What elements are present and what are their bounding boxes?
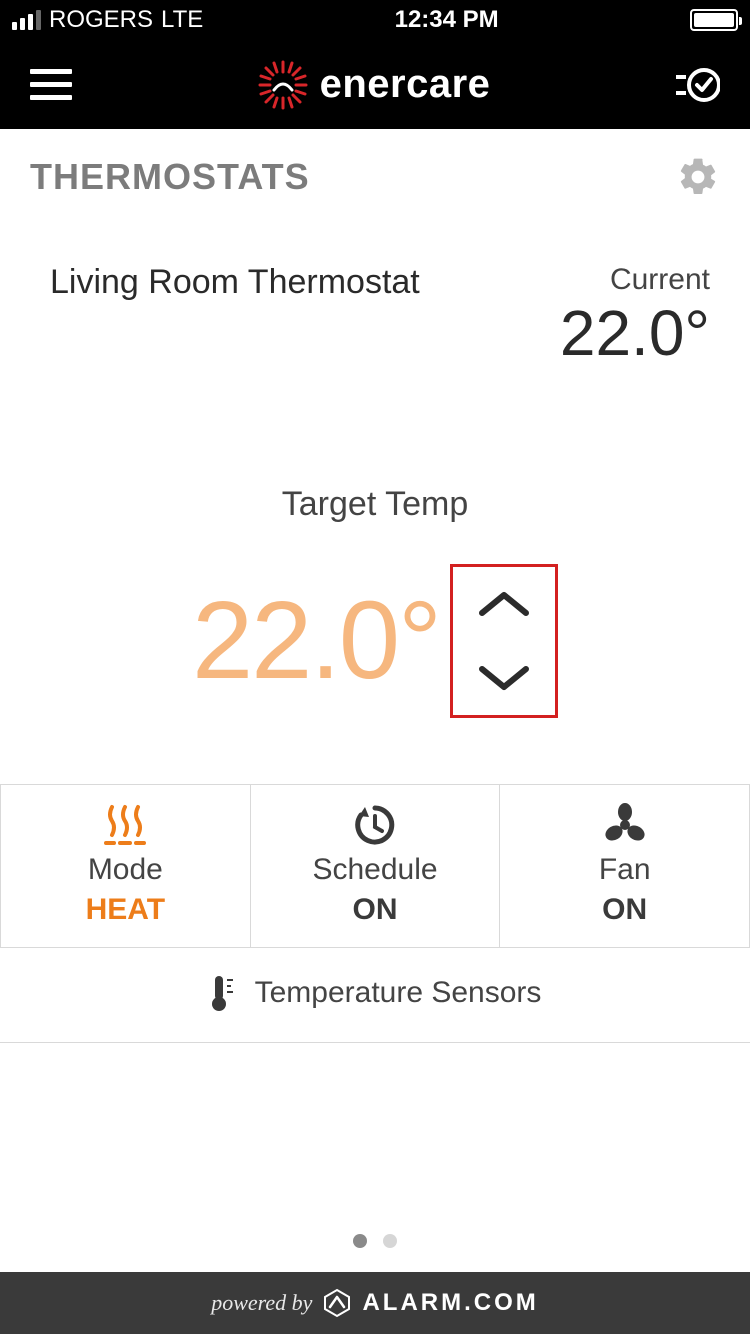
mode-title: Mode bbox=[88, 853, 163, 887]
current-label: Current bbox=[560, 263, 710, 297]
gear-icon bbox=[676, 155, 720, 199]
mode-card[interactable]: Mode HEAT bbox=[0, 785, 251, 948]
section-header: THERMOSTATS bbox=[0, 129, 750, 223]
carrier-label: ROGERS bbox=[49, 6, 153, 34]
footer-powered-by: powered by bbox=[211, 1290, 312, 1316]
sensors-label: Temperature Sensors bbox=[255, 976, 542, 1010]
app-header: enercare bbox=[0, 40, 750, 129]
fan-card[interactable]: Fan ON bbox=[500, 785, 750, 948]
temp-stepper-group bbox=[450, 564, 558, 718]
fan-value: ON bbox=[602, 893, 647, 927]
footer-brand: ALARM.COM bbox=[362, 1289, 538, 1317]
brand-sunburst-icon bbox=[256, 58, 310, 112]
chevron-down-icon bbox=[476, 663, 532, 693]
status-check-button[interactable] bbox=[674, 65, 720, 105]
device-row: Living Room Thermostat Current 22.0° bbox=[0, 223, 750, 365]
status-bar: ROGERS LTE 12:34 PM bbox=[0, 0, 750, 40]
status-time: 12:34 PM bbox=[395, 6, 499, 34]
fan-icon bbox=[602, 803, 648, 847]
current-temp-block: Current 22.0° bbox=[560, 263, 710, 365]
page-indicator[interactable] bbox=[0, 1234, 750, 1248]
target-temp-row: 22.0° bbox=[0, 564, 750, 718]
temp-down-button[interactable] bbox=[453, 641, 555, 715]
signal-icon bbox=[12, 10, 41, 30]
device-name: Living Room Thermostat bbox=[50, 263, 420, 302]
network-label: LTE bbox=[161, 6, 203, 34]
temperature-sensors-button[interactable]: Temperature Sensors bbox=[0, 948, 750, 1043]
schedule-value: ON bbox=[353, 893, 398, 927]
status-left: ROGERS LTE bbox=[12, 6, 203, 34]
mode-value: HEAT bbox=[86, 893, 165, 927]
current-temp-value: 22.0° bbox=[560, 301, 710, 365]
footer: powered by ALARM.COM bbox=[0, 1272, 750, 1334]
chevron-up-icon bbox=[476, 589, 532, 619]
temp-up-button[interactable] bbox=[453, 567, 555, 641]
schedule-title: Schedule bbox=[312, 853, 437, 887]
page-dot-1[interactable] bbox=[353, 1234, 367, 1248]
menu-button[interactable] bbox=[30, 69, 72, 100]
status-right bbox=[690, 9, 738, 31]
section-title: THERMOSTATS bbox=[30, 156, 310, 198]
thermometer-icon bbox=[209, 974, 235, 1012]
alarm-logo-icon bbox=[322, 1288, 352, 1318]
page-dot-2[interactable] bbox=[383, 1234, 397, 1248]
battery-icon bbox=[690, 9, 738, 31]
target-temp-value: 22.0° bbox=[192, 586, 440, 696]
controls-row: Mode HEAT Schedule ON Fan ON bbox=[0, 784, 750, 948]
settings-button[interactable] bbox=[676, 155, 720, 199]
heat-icon bbox=[100, 803, 150, 847]
brand-logo: enercare bbox=[256, 58, 491, 112]
brand-text: enercare bbox=[320, 62, 491, 107]
schedule-icon bbox=[352, 803, 398, 847]
schedule-card[interactable]: Schedule ON bbox=[251, 785, 501, 948]
fan-title: Fan bbox=[599, 853, 651, 887]
target-temp-label: Target Temp bbox=[0, 485, 750, 524]
